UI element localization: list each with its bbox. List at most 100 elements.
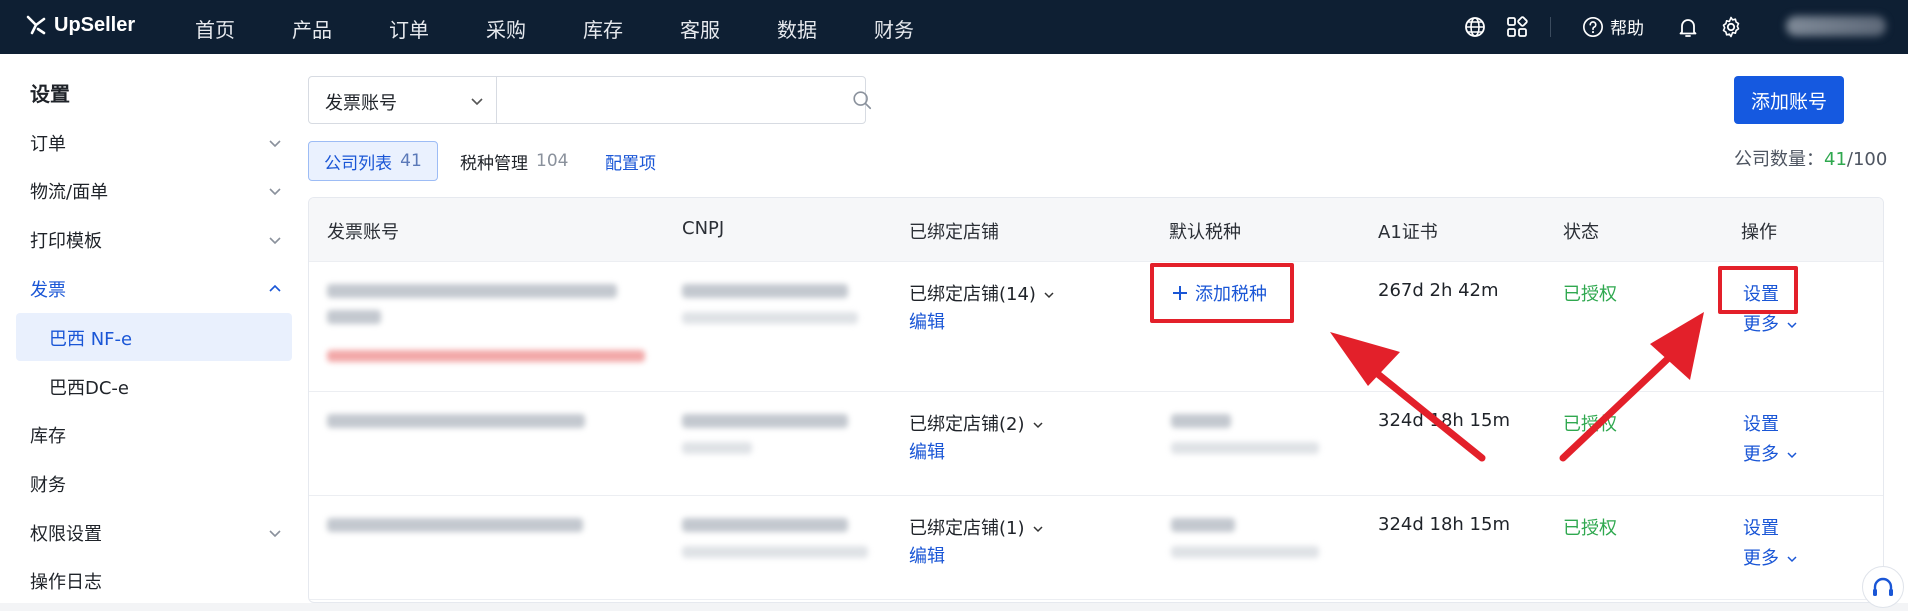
sidebar-item-permissions[interactable]: 权限设置 [30, 520, 102, 546]
sidebar-item-orders[interactable]: 订单 [30, 130, 66, 156]
a1-certificate-remaining: 324d 18h 15m [1378, 410, 1510, 431]
toolbar-divider [1550, 17, 1551, 37]
chevron-down-icon [1032, 526, 1043, 533]
redacted-account-name [327, 284, 617, 298]
customer-support-float-button[interactable] [1862, 566, 1904, 608]
header-cnpj: CNPJ [682, 218, 725, 239]
apps-icon[interactable] [1505, 15, 1529, 39]
nav-data[interactable]: 数据 [777, 14, 817, 43]
bell-icon[interactable] [1676, 15, 1700, 39]
sidebar-item-finance[interactable]: 财务 [30, 471, 66, 497]
tab-count: 104 [536, 151, 569, 171]
help-button[interactable]: 帮助 [1582, 14, 1644, 39]
search-filter-bar: 发票账号 [308, 76, 872, 124]
sidebar-item-print-templates[interactable]: 打印模板 [30, 227, 102, 253]
a1-certificate-remaining: 324d 18h 15m [1378, 514, 1510, 535]
bound-shops-dropdown[interactable]: 已绑定店铺(14) [909, 280, 1056, 306]
user-account-blurred[interactable] [1786, 16, 1886, 36]
more-actions-dropdown[interactable]: 更多 [1743, 544, 1799, 570]
redacted-account-name [327, 310, 381, 324]
redacted-default-tax-sub [1171, 442, 1319, 454]
nav-products[interactable]: 产品 [292, 14, 332, 43]
company-count-used: 41 [1824, 149, 1847, 170]
tab-company-list[interactable]: 公司列表 41 [308, 141, 438, 181]
sidebar-item-logistics[interactable]: 物流/面单 [30, 178, 108, 204]
more-label: 更多 [1743, 548, 1779, 569]
sidebar-item-operation-log[interactable]: 操作日志 [30, 568, 102, 594]
table-row: 已绑定店铺(2) 编辑 324d 18h 15m 已授权 设置 更多 [309, 392, 1883, 496]
gear-icon[interactable] [1719, 15, 1743, 39]
more-label: 更多 [1743, 444, 1779, 465]
tab-count: 41 [400, 151, 422, 171]
main-content: 发票账号 添加账号 公司列表 41 税种管理 104 配置项 公司数量：41/1… [292, 54, 1908, 603]
redacted-cnpj-sub [682, 312, 858, 324]
chevron-down-icon [269, 140, 281, 148]
company-count-label: 公司数量： [1734, 149, 1824, 170]
tab-configuration[interactable]: 配置项 [605, 141, 656, 181]
redacted-default-tax [1171, 518, 1235, 532]
bound-shops-label: 已绑定店铺(14) [909, 284, 1036, 305]
redacted-cnpj-sub [682, 546, 868, 558]
status-badge: 已授权 [1563, 518, 1617, 539]
search-icon[interactable] [851, 89, 873, 111]
sidebar-item-inventory[interactable]: 库存 [30, 422, 66, 448]
bound-shops-dropdown[interactable]: 已绑定店铺(1) [909, 514, 1045, 540]
status-badge: 已授权 [1563, 284, 1617, 305]
nav-home[interactable]: 首页 [195, 14, 235, 43]
annotation-highlight-add-tax [1150, 263, 1294, 323]
header-status: 状态 [1563, 222, 1599, 243]
chevron-down-icon [1787, 452, 1797, 459]
top-navigation-bar: UpSeller 首页 产品 订单 采购 库存 客服 数据 财务 帮助 [0, 0, 1908, 54]
header-bound-shops: 已绑定店铺 [909, 222, 999, 243]
edit-link[interactable]: 编辑 [909, 542, 945, 568]
annotation-highlight-settings [1718, 266, 1798, 314]
chevron-up-icon [269, 284, 281, 292]
redacted-cnpj [682, 518, 848, 532]
upseller-logo[interactable]: UpSeller [24, 13, 135, 37]
sidebar-item-invoice[interactable]: 发票 [30, 276, 66, 302]
settings-sidebar: 设置 订单 物流/面单 打印模板 发票 巴西 NF-e 巴西DC-e 库存 财务… [0, 54, 292, 603]
search-input[interactable] [499, 77, 829, 123]
filter-field-select[interactable]: 发票账号 [309, 77, 497, 123]
chevron-down-icon [471, 98, 483, 106]
a1-certificate-remaining: 267d 2h 42m [1378, 280, 1499, 301]
company-count: 公司数量：41/100 [1734, 145, 1887, 171]
redacted-cnpj [682, 414, 848, 428]
bound-shops-label: 已绑定店铺(2) [909, 414, 1025, 435]
brand-name: UpSeller [54, 13, 136, 36]
sidebar-subitem-label: 巴西 NF-e [49, 329, 133, 350]
globe-icon[interactable] [1463, 15, 1487, 39]
chevron-down-icon [269, 530, 281, 538]
bound-shops-dropdown[interactable]: 已绑定店铺(2) [909, 410, 1045, 436]
chevron-down-icon [1044, 292, 1054, 299]
sidebar-subitem-brazil-nfe[interactable]: 巴西 NF-e [16, 313, 292, 361]
nav-orders[interactable]: 订单 [389, 14, 429, 43]
nav-customer-service[interactable]: 客服 [680, 14, 720, 43]
add-account-button[interactable]: 添加账号 [1734, 76, 1844, 124]
header-actions: 操作 [1741, 222, 1777, 243]
chevron-down-icon [1787, 556, 1797, 563]
edit-link[interactable]: 编辑 [909, 308, 945, 334]
headset-icon [1873, 577, 1893, 596]
nav-purchasing[interactable]: 采购 [486, 14, 526, 43]
redacted-default-tax [1171, 414, 1231, 428]
sidebar-subitem-brazil-dce[interactable]: 巴西DC-e [16, 362, 292, 410]
nav-inventory[interactable]: 库存 [583, 14, 623, 43]
company-count-total: /100 [1846, 149, 1888, 170]
status-badge: 已授权 [1563, 414, 1617, 435]
header-a1-certificate: A1证书 [1378, 222, 1438, 243]
nav-finance[interactable]: 财务 [874, 14, 914, 43]
chevron-down-icon [1787, 322, 1797, 329]
filter-select-value: 发票账号 [325, 93, 397, 114]
tab-tax-management[interactable]: 税种管理 104 [460, 141, 568, 181]
company-table: 发票账号 CNPJ 已绑定店铺 默认税种 A1证书 状态 操作 已绑定店铺(14… [308, 197, 1884, 603]
settings-link[interactable]: 设置 [1743, 410, 1779, 436]
edit-link[interactable]: 编辑 [909, 438, 945, 464]
chevron-down-icon [1032, 422, 1043, 429]
settings-link[interactable]: 设置 [1743, 514, 1779, 540]
table-row: 已绑定店铺(1) 编辑 324d 18h 15m 已授权 设置 更多 [309, 496, 1883, 600]
table-header: 发票账号 CNPJ 已绑定店铺 默认税种 A1证书 状态 操作 [309, 198, 1883, 262]
bound-shops-label: 已绑定店铺(1) [909, 518, 1025, 539]
more-actions-dropdown[interactable]: 更多 [1743, 440, 1799, 466]
redacted-cnpj-sub [682, 442, 752, 454]
